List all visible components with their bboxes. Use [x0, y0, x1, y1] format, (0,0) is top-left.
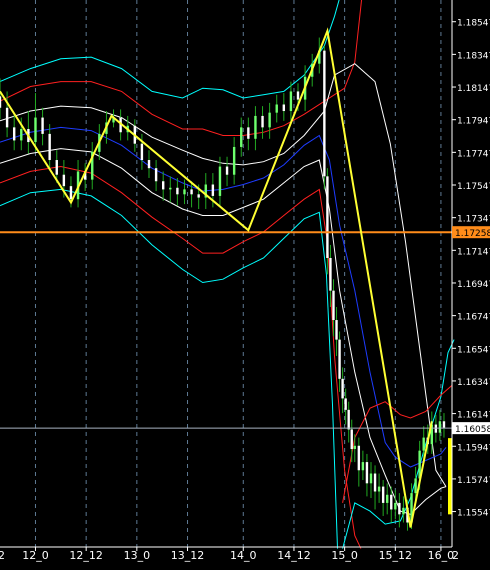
- candle-body: [12, 127, 16, 141]
- x-tick-label: 12_0: [22, 549, 49, 562]
- candle-body: [261, 115, 264, 128]
- candle-body: [140, 143, 144, 161]
- y-tick-label: 1.16147: [457, 411, 490, 421]
- level-price-tag-text: 1.17258: [455, 229, 490, 239]
- candle-body: [390, 494, 393, 510]
- candle-body: [373, 473, 377, 492]
- candle-body: [48, 133, 51, 161]
- candle-body: [344, 398, 347, 410]
- candle-body: [254, 115, 257, 139]
- candle-body: [240, 127, 243, 147]
- x-tick-label: 14_12: [277, 549, 311, 562]
- x-tick-label: 15_0: [331, 549, 358, 562]
- candle-body: [394, 502, 397, 510]
- y-tick-label: 1.15947: [457, 443, 490, 453]
- candle-body: [183, 189, 186, 195]
- price-move-bar: [448, 438, 452, 515]
- candle-body: [34, 117, 37, 143]
- y-tick-label: 1.16747: [457, 313, 490, 323]
- x-tick-label: 13_12: [171, 549, 205, 562]
- candle-body: [69, 186, 73, 200]
- candle-body: [381, 486, 385, 503]
- x-tick-label: 14_0: [230, 549, 257, 562]
- candle-body: [275, 104, 278, 113]
- candle-body: [154, 168, 158, 182]
- y-tick-label: 1.17347: [457, 215, 490, 225]
- price-chart[interactable]: 2 2 1.185471.183471.181471.179471.177471…: [0, 0, 490, 566]
- candle-body: [296, 91, 300, 100]
- candle-body: [247, 127, 250, 139]
- y-tick-label: 1.16547: [457, 345, 490, 355]
- x-tick-label: 16_0: [428, 549, 455, 562]
- y-tick-label: 1.18147: [457, 84, 490, 94]
- y-tick-label: 1.17147: [457, 247, 490, 257]
- y-tick-label: 1.18547: [457, 19, 490, 29]
- candle-body: [225, 166, 229, 175]
- y-tick-label: 1.17747: [457, 149, 490, 159]
- candle-body: [161, 181, 165, 190]
- candle-body: [268, 112, 271, 128]
- candle-body: [402, 507, 405, 515]
- candle-body: [323, 50, 326, 177]
- x-tick-label: 12_12: [69, 549, 103, 562]
- candle-body: [190, 189, 193, 195]
- candle-body: [332, 290, 335, 321]
- candle-body: [5, 107, 9, 128]
- candle-body: [0, 96, 2, 108]
- candle-body: [442, 421, 446, 428]
- candle-body: [398, 502, 401, 515]
- candle-body: [289, 91, 293, 112]
- x-tick-label: 13_0: [124, 549, 151, 562]
- x-tick-label: 15_12: [379, 549, 413, 562]
- candle-body: [341, 378, 344, 399]
- y-tick-label: 1.15547: [457, 509, 490, 519]
- candle-body: [361, 462, 365, 471]
- candle-body: [20, 128, 23, 141]
- candle-body: [326, 176, 329, 258]
- candle-body: [414, 478, 417, 494]
- candle-body: [369, 473, 373, 484]
- candle-body: [422, 437, 425, 451]
- y-tick-label: 1.15747: [457, 476, 490, 486]
- candle-body: [365, 462, 369, 484]
- candle-body: [176, 187, 179, 195]
- candle-body: [232, 146, 236, 175]
- x-edge-label-left: 2: [0, 549, 5, 562]
- candle-body: [338, 339, 341, 379]
- candle-body: [169, 187, 172, 190]
- candle-body: [347, 409, 350, 430]
- candle-body: [55, 160, 58, 175]
- candle-body: [350, 429, 353, 450]
- candle-body: [438, 421, 442, 433]
- candle-body: [41, 117, 44, 134]
- candle-body: [197, 194, 200, 198]
- y-tick-label: 1.16947: [457, 280, 490, 290]
- candle-body: [218, 166, 222, 196]
- y-tick-label: 1.16347: [457, 378, 490, 388]
- candle-body: [211, 184, 215, 196]
- y-tick-label: 1.17547: [457, 182, 490, 192]
- candle-body: [335, 320, 338, 340]
- candle-body: [329, 257, 332, 291]
- candle-body: [147, 160, 151, 169]
- candle-body: [62, 174, 66, 187]
- y-tick-label: 1.17947: [457, 117, 490, 127]
- current-price-tag-text: 1.16058: [455, 425, 490, 435]
- candle-body: [377, 486, 381, 492]
- candle-body: [386, 494, 389, 503]
- candle-body: [282, 104, 286, 112]
- y-tick-label: 1.18347: [457, 51, 490, 61]
- candle-body: [357, 445, 361, 471]
- price-chart-svg[interactable]: 2 2 1.185471.183471.181471.179471.177471…: [0, 0, 490, 566]
- candle-body: [353, 445, 356, 450]
